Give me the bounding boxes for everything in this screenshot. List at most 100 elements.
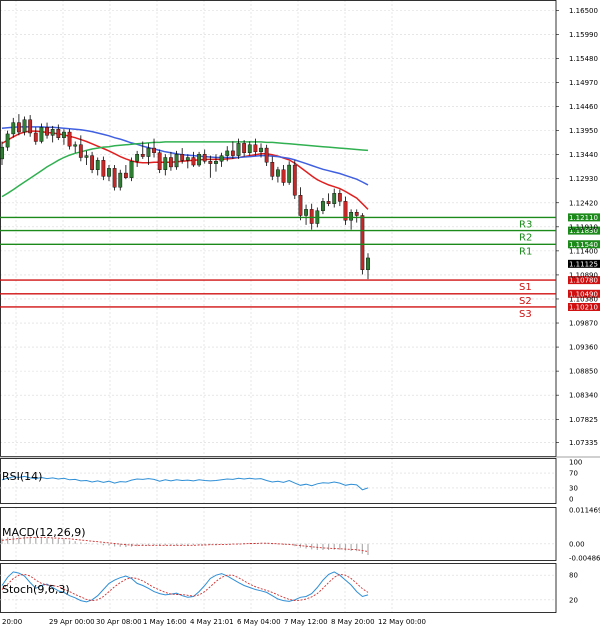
macd-histogram-bar	[80, 542, 82, 544]
candle-bullish	[321, 201, 325, 211]
candle-bullish	[84, 155, 89, 158]
stoch-tick-label: 80	[569, 572, 578, 580]
candle-bearish	[191, 157, 196, 166]
candle-bearish	[112, 168, 117, 188]
candle-bearish	[169, 157, 173, 168]
candlesticks	[0, 114, 370, 280]
candle-bullish	[276, 169, 280, 177]
price-tick-label: 1.09360	[569, 344, 598, 352]
candle-bearish	[28, 119, 33, 134]
price-tick-label: 1.15990	[569, 31, 598, 39]
price-tick-label: 1.10380	[569, 295, 598, 303]
candle-bullish	[73, 144, 78, 147]
candle-bullish	[225, 150, 230, 156]
macd-pane: 0.011469 0.00 -0.004862 MACD(12,26,9)	[0, 507, 600, 563]
candle-bearish	[90, 155, 94, 170]
macd-histogram-bar	[52, 538, 54, 544]
candle-bearish	[152, 147, 156, 153]
macd-tick-label: 0.011469	[569, 507, 600, 515]
candle-bullish	[129, 161, 134, 178]
moving-averages	[1, 126, 369, 210]
candle-bullish	[118, 172, 123, 188]
candle-bullish	[185, 157, 190, 161]
candle-bearish	[157, 152, 162, 170]
candle-bearish	[242, 143, 247, 153]
candle-bullish	[163, 157, 168, 170]
candle-bearish	[180, 154, 185, 161]
price-tick-label: 1.14970	[569, 79, 598, 87]
candle-bearish	[270, 162, 275, 177]
candle-bullish	[349, 212, 354, 221]
level-label-s3: S3	[519, 309, 532, 320]
macd-histogram-bar	[327, 543, 330, 550]
stoch-pane: 80 20 Stoch(9,6,3)	[0, 571, 578, 604]
rsi-title: RSI(14)	[2, 470, 42, 483]
macd-histogram-bar	[57, 539, 59, 544]
candle-bearish	[230, 150, 235, 156]
macd-histogram-bar	[192, 543, 195, 545]
candle-bullish	[0, 146, 4, 160]
price-tick-label: 1.16500	[569, 7, 598, 15]
moving-average-line	[1, 130, 369, 210]
price-tick-label: 1.07335	[569, 439, 598, 447]
candle-bearish	[101, 160, 106, 177]
candle-bullish	[366, 257, 370, 270]
candle-bullish	[11, 122, 16, 135]
stoch-tick-label: 20	[569, 596, 578, 604]
macd-histogram-bar	[68, 540, 71, 544]
time-label: 8 May 20:00	[331, 618, 375, 626]
macd-histogram-bar	[322, 543, 324, 550]
macd-histogram-bar	[361, 543, 363, 554]
price-tick-label: 1.12420	[569, 199, 598, 207]
price-tick-label: 1.11400	[569, 247, 598, 255]
candle-bearish	[16, 122, 21, 133]
candle-bearish	[123, 172, 128, 178]
candle-bearish	[360, 215, 365, 270]
macd-histogram-bar	[164, 543, 166, 546]
macd-histogram-bar	[108, 543, 110, 546]
macd-histogram-bar	[85, 542, 88, 544]
macd-histogram-bar	[114, 543, 116, 547]
support-resistance-levels: R31.12110R21.11830R11.11540S11.10780S21.…	[0, 213, 600, 320]
price-tick-label: 1.15480	[569, 55, 598, 63]
candle-bearish	[208, 161, 213, 164]
candle-bullish	[214, 161, 218, 164]
stoch-title: Stoch(9,6,3)	[2, 583, 70, 596]
price-tick-label: 1.13440	[569, 151, 598, 159]
macd-histogram-bar	[63, 539, 65, 544]
rsi-pane: 100 70 30 0 RSI(14)	[0, 459, 582, 504]
macd-histogram-bar	[367, 543, 369, 555]
price-tick-label: 1.11910	[569, 223, 598, 231]
candle-bearish	[309, 209, 314, 224]
time-label: 29 Apr 00:00	[49, 618, 95, 626]
rsi-tick-label: 70	[569, 470, 578, 478]
current-price-label: 1.11125	[569, 260, 598, 268]
time-label: 1 May 16:00	[143, 618, 187, 626]
price-pane-frame	[0, 0, 557, 457]
chart-grid	[0, 0, 556, 612]
rsi-tick-label: 30	[569, 484, 578, 492]
candle-bearish	[67, 131, 72, 147]
price-tick-label: 1.08850	[569, 368, 598, 376]
macd-histogram-bar	[91, 543, 93, 545]
macd-histogram-bar	[136, 543, 138, 547]
candle-bullish	[304, 209, 308, 216]
time-label: 6 May 04:00	[237, 618, 281, 626]
macd-signal-line	[1, 537, 369, 552]
time-label: 7 May 12:00	[284, 618, 328, 626]
candle-bullish	[259, 147, 263, 153]
time-label: 4 May 21:01	[190, 618, 234, 626]
price-tick-label: 1.10890	[569, 271, 598, 279]
price-tick-label: 1.09870	[569, 320, 598, 328]
candle-bearish	[298, 195, 303, 216]
candle-bullish	[219, 155, 224, 162]
candle-bullish	[135, 154, 140, 162]
candle-bullish	[247, 144, 252, 153]
macd-histogram-bar	[339, 543, 341, 550]
candle-bullish	[62, 131, 66, 138]
macd-histogram-bar	[1, 538, 3, 544]
price-axis: 1.16500 1.15990 1.15480 1.14970 1.14460 1.139…	[556, 7, 598, 447]
candle-bearish	[326, 201, 331, 204]
stoch-pane-frame	[0, 563, 557, 613]
candle-bullish	[95, 160, 100, 170]
